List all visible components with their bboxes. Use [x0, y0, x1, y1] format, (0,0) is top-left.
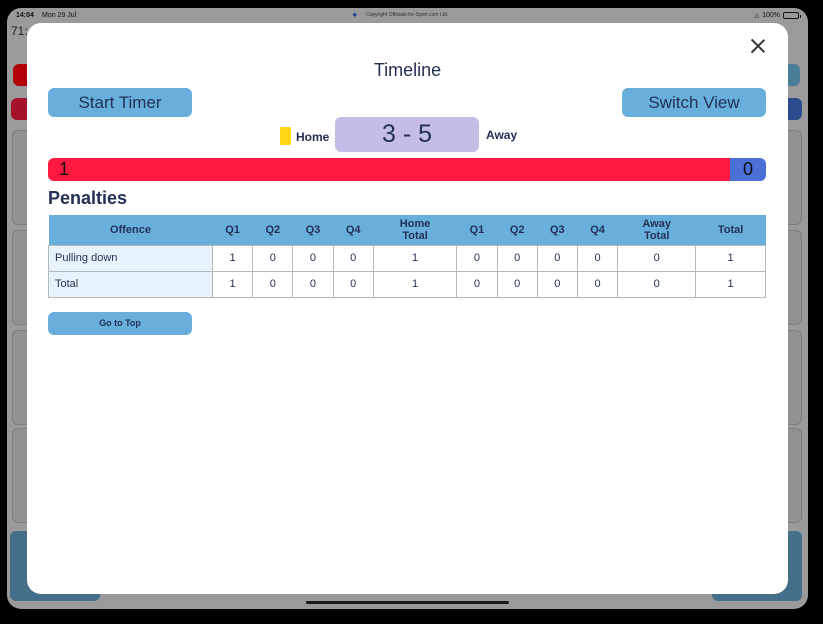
- officials-logo-icon: ✦: [351, 10, 359, 20]
- table-cell: 1: [695, 244, 766, 272]
- table-cell: Pulling down: [48, 244, 213, 272]
- table-cell: 0: [576, 270, 619, 298]
- table-cell: 0: [496, 270, 538, 298]
- table-row-total: Total 1 0 0 0 1 0 0 0 0 0 1: [48, 270, 766, 298]
- table-cell: 0: [496, 244, 538, 272]
- table-cell: 0: [292, 244, 334, 272]
- battery-icon: [783, 12, 801, 19]
- penalties-heading: Penalties: [48, 188, 128, 208]
- column-header: Q1: [456, 215, 498, 245]
- table-cell: 0: [332, 244, 374, 272]
- status-indicators: ⌂ 100%: [754, 11, 801, 20]
- column-header: Total: [695, 215, 766, 245]
- possession-away: 0: [730, 158, 766, 181]
- switch-view-button[interactable]: Switch View: [622, 88, 766, 117]
- table-row: Pulling down 1 0 0 0 1 0 0 0 0 0 1: [48, 244, 766, 272]
- table-cell: 0: [536, 270, 578, 298]
- table-cell: 0: [617, 270, 697, 298]
- column-header: Q1: [212, 215, 253, 245]
- status-date: Mon 29 Jul: [42, 12, 77, 19]
- column-header: Q2: [497, 215, 538, 245]
- table-cell: 1: [695, 270, 766, 298]
- yellow-card-icon: [280, 127, 291, 145]
- table-cell: 1: [372, 244, 458, 272]
- background-clock: 71:: [11, 24, 28, 38]
- table-cell: 0: [536, 244, 578, 272]
- column-header: Q2: [252, 215, 293, 245]
- home-team-label: Home: [296, 130, 330, 144]
- status-time: 14:04: [16, 12, 34, 19]
- column-header: Q4: [333, 215, 374, 245]
- copyright-text: Copyright Officials-for-Sport.com Ltd.: [366, 12, 449, 18]
- table-cell: 1: [211, 244, 254, 272]
- possession-bar: 1 0: [48, 158, 766, 181]
- table-cell: 0: [456, 270, 498, 298]
- table-cell: 0: [252, 244, 294, 272]
- penalties-table: Offence Q1 Q2 Q3 Q4 Home Total Q1 Q2 Q3 Q…: [48, 215, 766, 298]
- modal-title: Timeline: [373, 60, 442, 80]
- column-header: Home Total: [373, 215, 457, 245]
- column-header: Q4: [577, 215, 618, 245]
- column-header: Q3: [537, 215, 578, 245]
- table-cell: 0: [332, 270, 374, 298]
- table-cell: Total: [48, 270, 213, 298]
- column-header: Q3: [292, 215, 334, 245]
- away-team-label: Away: [486, 128, 518, 142]
- status-bar: 14:04 Mon 29 Jul ✦ Copyright Officials-f…: [7, 8, 808, 24]
- battery-percent: 100%: [762, 12, 780, 19]
- table-cell: 0: [252, 270, 294, 298]
- table-cell: 1: [211, 270, 254, 298]
- column-header: Offence: [48, 215, 213, 245]
- table-cell: 0: [576, 244, 619, 272]
- start-timer-button[interactable]: Start Timer: [48, 88, 192, 117]
- go-to-top-button[interactable]: Go to Top: [48, 312, 192, 335]
- table-cell: 1: [372, 270, 458, 298]
- wifi-icon: ⌂: [754, 11, 760, 20]
- table-cell: 0: [456, 244, 498, 272]
- table-cell: 0: [617, 244, 697, 272]
- close-icon[interactable]: [749, 37, 767, 55]
- possession-home: 1: [48, 158, 730, 181]
- table-cell: 0: [292, 270, 334, 298]
- timeline-modal: Timeline Start Timer Switch View Home 3 …: [27, 23, 788, 594]
- table-header-row: Offence Q1 Q2 Q3 Q4 Home Total Q1 Q2 Q3 Q…: [48, 215, 766, 245]
- column-header: Away Total: [617, 215, 696, 245]
- score-display: 3 - 5: [335, 117, 479, 152]
- copyright-banner: ✦ Copyright Officials-for-Sport.com Ltd.: [351, 10, 449, 20]
- home-indicator[interactable]: [306, 601, 509, 604]
